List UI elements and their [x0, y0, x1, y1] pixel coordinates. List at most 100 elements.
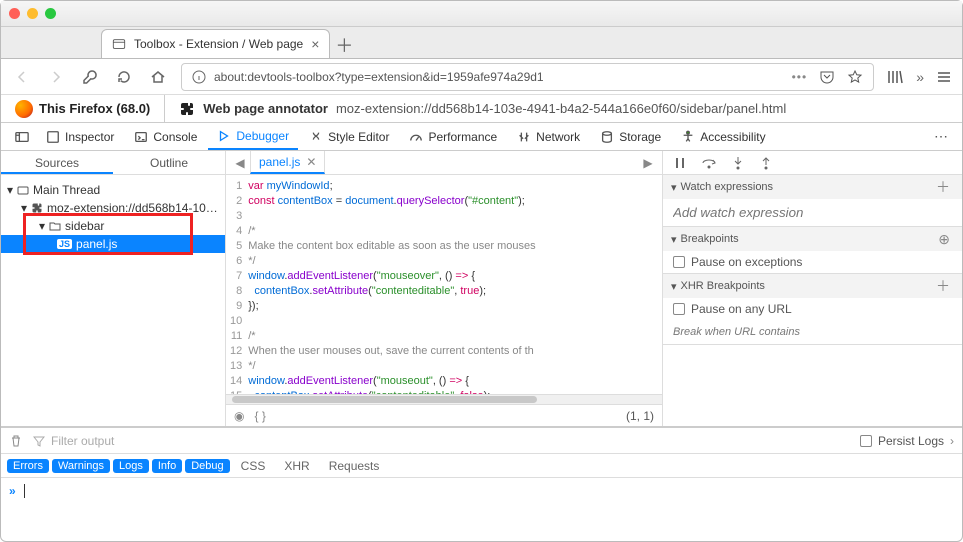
toolbar-actions: » — [886, 68, 952, 86]
thread-row[interactable]: ▾Main Thread — [1, 181, 225, 199]
chip-errors[interactable]: Errors — [7, 459, 49, 473]
tab-close-button[interactable]: × — [311, 36, 319, 52]
navbar: about:devtools-toolbox?type=extension&id… — [1, 59, 962, 95]
devtools-tabs: Inspector Console Debugger Style Editor … — [1, 123, 962, 151]
chevron-down-icon: ▾ — [671, 181, 677, 194]
window-titlebar — [1, 1, 962, 27]
pause-any-url-checkbox[interactable] — [673, 303, 685, 315]
console-prompt[interactable]: » — [1, 478, 962, 504]
extension-url: moz-extension://dd568b14-103e-4941-b4a2-… — [336, 101, 962, 116]
new-tab-button[interactable]: ＋ — [330, 32, 358, 58]
expand-button[interactable]: ⊕ — [934, 231, 954, 248]
watch-header[interactable]: ▾Watch expressions＋ — [663, 175, 962, 199]
xhr-header[interactable]: ▾XHR Breakpoints＋ — [663, 274, 962, 298]
clear-console-button[interactable] — [9, 434, 23, 448]
add-watch-button[interactable]: ＋ — [932, 177, 954, 197]
xhr-hint: Break when URL contains — [673, 326, 800, 338]
prompt-chevrons-icon: » — [9, 484, 16, 498]
window-minimize-icon[interactable] — [27, 8, 38, 19]
filter-placeholder: Filter output — [51, 434, 114, 448]
reader-pocket-icon[interactable] — [819, 69, 835, 85]
extension-puzzle-icon — [179, 101, 195, 117]
line-gutter: 123456789101112131415161718 — [226, 175, 248, 394]
cat-requests[interactable]: Requests — [321, 459, 388, 473]
firefox-context[interactable]: This Firefox (68.0) — [1, 100, 164, 118]
chip-info[interactable]: Info — [152, 459, 182, 473]
extension-puzzle-icon — [31, 202, 43, 214]
pause-exceptions-checkbox[interactable] — [673, 256, 685, 268]
filter-icon — [33, 435, 45, 447]
console-filter[interactable]: Filter output — [33, 434, 850, 448]
breakpoints-header[interactable]: ▾Breakpoints⊕ — [663, 227, 962, 251]
close-file-button[interactable]: ✕ — [306, 155, 316, 169]
chip-logs[interactable]: Logs — [113, 459, 149, 473]
devtools-overflow-button[interactable]: ⋯ — [928, 128, 954, 145]
xhr-breakpoints-accordion: ▾XHR Breakpoints＋ Pause on any URL Break… — [663, 274, 962, 345]
code-editor[interactable]: 123456789101112131415161718 var myWindow… — [226, 175, 662, 394]
outline-tab[interactable]: Outline — [113, 151, 225, 174]
cat-css[interactable]: CSS — [233, 459, 274, 473]
console-overflow-icon[interactable]: › — [950, 434, 954, 448]
tab-accessibility[interactable]: Accessibility — [672, 123, 774, 150]
tab-debugger[interactable]: Debugger — [208, 123, 298, 150]
editor-file-tab[interactable]: panel.js ✕ — [250, 151, 325, 174]
cursor-position: (1, 1) — [626, 409, 654, 423]
bookmark-star-icon[interactable] — [847, 69, 863, 85]
tab-style-editor[interactable]: Style Editor — [300, 123, 398, 150]
folder-row[interactable]: ▾sidebar — [1, 217, 225, 235]
js-file-icon: JS — [57, 239, 72, 249]
browser-tab[interactable]: Toolbox - Extension / Web page × — [101, 29, 330, 58]
sources-tab[interactable]: Sources — [1, 151, 113, 174]
devtools-wrench-icon[interactable] — [79, 66, 101, 88]
step-out-button[interactable] — [759, 156, 773, 170]
tab-console[interactable]: Console — [125, 123, 206, 150]
persist-logs-label: Persist Logs — [878, 434, 944, 448]
sources-panel: Sources Outline ▾Main Thread ▾moz-extens… — [1, 151, 226, 426]
file-row[interactable]: JSpanel.js — [1, 235, 225, 253]
breakpoints-accordion: ▾Breakpoints⊕ Pause on exceptions — [663, 227, 962, 274]
step-over-button[interactable] — [701, 156, 717, 170]
firefox-context-label: This Firefox (68.0) — [39, 101, 150, 116]
window-zoom-icon[interactable] — [45, 8, 56, 19]
pretty-print-icon[interactable]: { } — [254, 409, 265, 423]
origin-row[interactable]: ▾moz-extension://dd568b14-103e — [1, 199, 225, 217]
tab-inspector[interactable]: Inspector — [37, 123, 123, 150]
site-info-icon[interactable] — [192, 70, 206, 84]
window-close-icon[interactable] — [9, 8, 20, 19]
forward-button[interactable] — [45, 66, 67, 88]
home-button[interactable] — [147, 66, 169, 88]
chip-debug[interactable]: Debug — [185, 459, 229, 473]
overflow-chevrons-icon[interactable]: » — [916, 69, 924, 85]
page-actions-icon[interactable]: ••• — [792, 70, 808, 84]
persist-logs-checkbox[interactable] — [860, 435, 872, 447]
chevron-down-icon: ▾ — [671, 280, 677, 293]
collapse-left-icon[interactable]: ◀ — [230, 156, 250, 170]
library-icon[interactable] — [886, 68, 904, 86]
add-xhr-button[interactable]: ＋ — [932, 276, 954, 296]
tab-performance[interactable]: Performance — [400, 123, 506, 150]
watch-input[interactable] — [673, 205, 952, 220]
iframe-picker-icon[interactable] — [9, 123, 35, 150]
pause-button[interactable] — [673, 156, 687, 170]
firefox-icon — [15, 100, 33, 118]
source-tree: ▾Main Thread ▾moz-extension://dd568b14-1… — [1, 175, 225, 259]
hamburger-menu-icon[interactable] — [936, 69, 952, 85]
cat-xhr[interactable]: XHR — [276, 459, 317, 473]
collapse-right-icon[interactable]: ▶ — [638, 156, 658, 170]
console-filter-chips: Errors Warnings Logs Info Debug CSS XHR … — [1, 454, 962, 478]
browser-tabstrip: Toolbox - Extension / Web page × ＋ — [1, 27, 962, 59]
tab-storage[interactable]: Storage — [591, 123, 670, 150]
extension-name: Web page annotator — [203, 101, 328, 116]
tab-favicon-icon — [112, 37, 126, 51]
url-bar[interactable]: about:devtools-toolbox?type=extension&id… — [181, 63, 874, 91]
back-button[interactable] — [11, 66, 33, 88]
chip-warnings[interactable]: Warnings — [52, 459, 110, 473]
watch-eye-icon[interactable]: ◉ — [234, 409, 244, 423]
step-in-button[interactable] — [731, 156, 745, 170]
editor-footer: ◉ { } (1, 1) — [226, 404, 662, 426]
tab-network[interactable]: Network — [508, 123, 589, 150]
watch-accordion: ▾Watch expressions＋ — [663, 175, 962, 227]
reload-button[interactable] — [113, 66, 135, 88]
horizontal-scrollbar[interactable] — [226, 394, 662, 404]
console-toolbar: Filter output Persist Logs › — [1, 428, 962, 454]
